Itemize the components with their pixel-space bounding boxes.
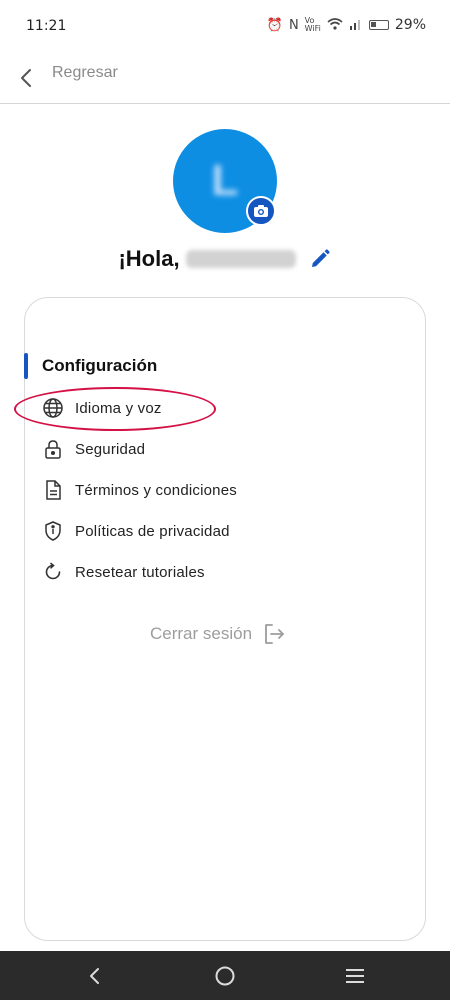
back-chevron-icon[interactable] [10, 60, 46, 96]
menu-item-privacidad[interactable]: Políticas de privacidad [38, 516, 398, 546]
refresh-icon [38, 557, 68, 587]
wifi-calling-icon: Vo WiFi [304, 16, 321, 33]
logout-icon [265, 624, 284, 644]
lock-icon [38, 434, 68, 464]
status-time: 11:21 [26, 18, 67, 34]
status-icons: ⏰ N Vo WiFi 29% [266, 16, 426, 34]
menu-item-terminos[interactable]: Términos y condiciones [38, 475, 398, 505]
globe-icon [38, 393, 68, 423]
greeting: ¡Hola, [0, 242, 450, 276]
logout-label: Cerrar sesión [150, 624, 253, 643]
menu-item-label: Resetear tutoriales [75, 563, 205, 581]
nfc-icon: N [288, 17, 299, 33]
battery-icon [368, 20, 389, 30]
menu-item-label: Seguridad [75, 440, 146, 458]
menu-item-resetear-tutoriales[interactable]: Resetear tutoriales [38, 557, 398, 587]
section-title: Configuración [42, 356, 158, 375]
greeting-text: ¡Hola, [118, 246, 180, 271]
alarm-icon: ⏰ [266, 17, 283, 33]
menu-item-label: Términos y condiciones [75, 481, 237, 499]
back-button-label[interactable]: Regresar [52, 64, 118, 82]
camera-icon [254, 205, 268, 217]
battery-percentage: 29% [394, 17, 426, 33]
header: Regresar [0, 52, 450, 104]
section-marker [24, 353, 28, 379]
nav-home-button[interactable] [205, 959, 245, 993]
menu-item-label: Políticas de privacidad [75, 522, 230, 540]
system-nav-bar [0, 951, 450, 1000]
signal-icon [349, 18, 363, 33]
logout-button[interactable]: Cerrar sesión [150, 622, 286, 646]
change-photo-button[interactable] [246, 196, 276, 226]
menu-item-seguridad[interactable]: Seguridad [38, 434, 398, 464]
menu-item-idioma-y-voz[interactable]: Idioma y voz [38, 393, 398, 423]
status-bar: 11:21 ⏰ N Vo WiFi 29% [0, 0, 450, 52]
nav-back-icon [90, 968, 99, 984]
user-name-redacted [185, 250, 296, 268]
nav-home-icon [215, 966, 235, 986]
document-icon [38, 475, 68, 505]
nav-back-button[interactable] [75, 959, 115, 993]
nav-menu-icon [346, 969, 364, 983]
nav-recents-button[interactable] [335, 959, 375, 993]
edit-pencil-icon[interactable] [308, 247, 332, 271]
menu-item-label: Idioma y voz [75, 399, 162, 417]
wifi-icon [327, 17, 343, 33]
shield-icon [38, 516, 68, 546]
